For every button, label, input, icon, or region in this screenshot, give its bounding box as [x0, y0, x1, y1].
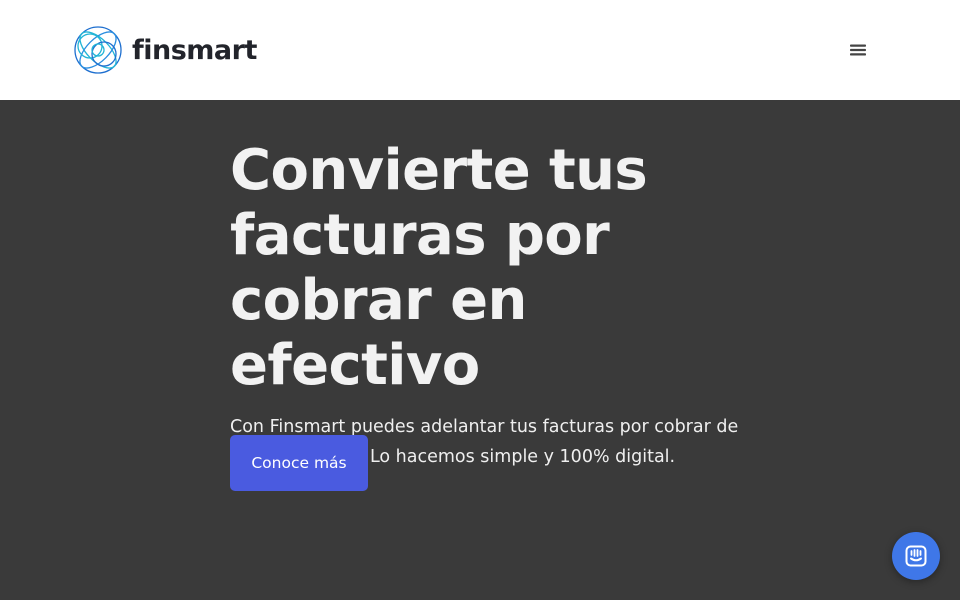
top-navbar: finsmart	[0, 0, 960, 100]
landing-page: finsmart Convierte tus facturas por cobr…	[0, 0, 960, 600]
conoce-mas-button[interactable]: Conoce más	[230, 435, 368, 491]
brand-logo-link[interactable]: finsmart	[72, 24, 257, 76]
chat-icon	[905, 545, 927, 567]
hamburger-menu-icon	[850, 44, 866, 56]
chat-launcher-button[interactable]	[892, 532, 940, 580]
hero-section: Convierte tus facturas por cobrar en efe…	[230, 138, 750, 472]
finsmart-logo-icon	[74, 26, 122, 74]
brand-name: finsmart	[132, 34, 257, 66]
hero-title: Convierte tus facturas por cobrar en efe…	[230, 138, 648, 398]
menu-button[interactable]	[846, 38, 870, 62]
